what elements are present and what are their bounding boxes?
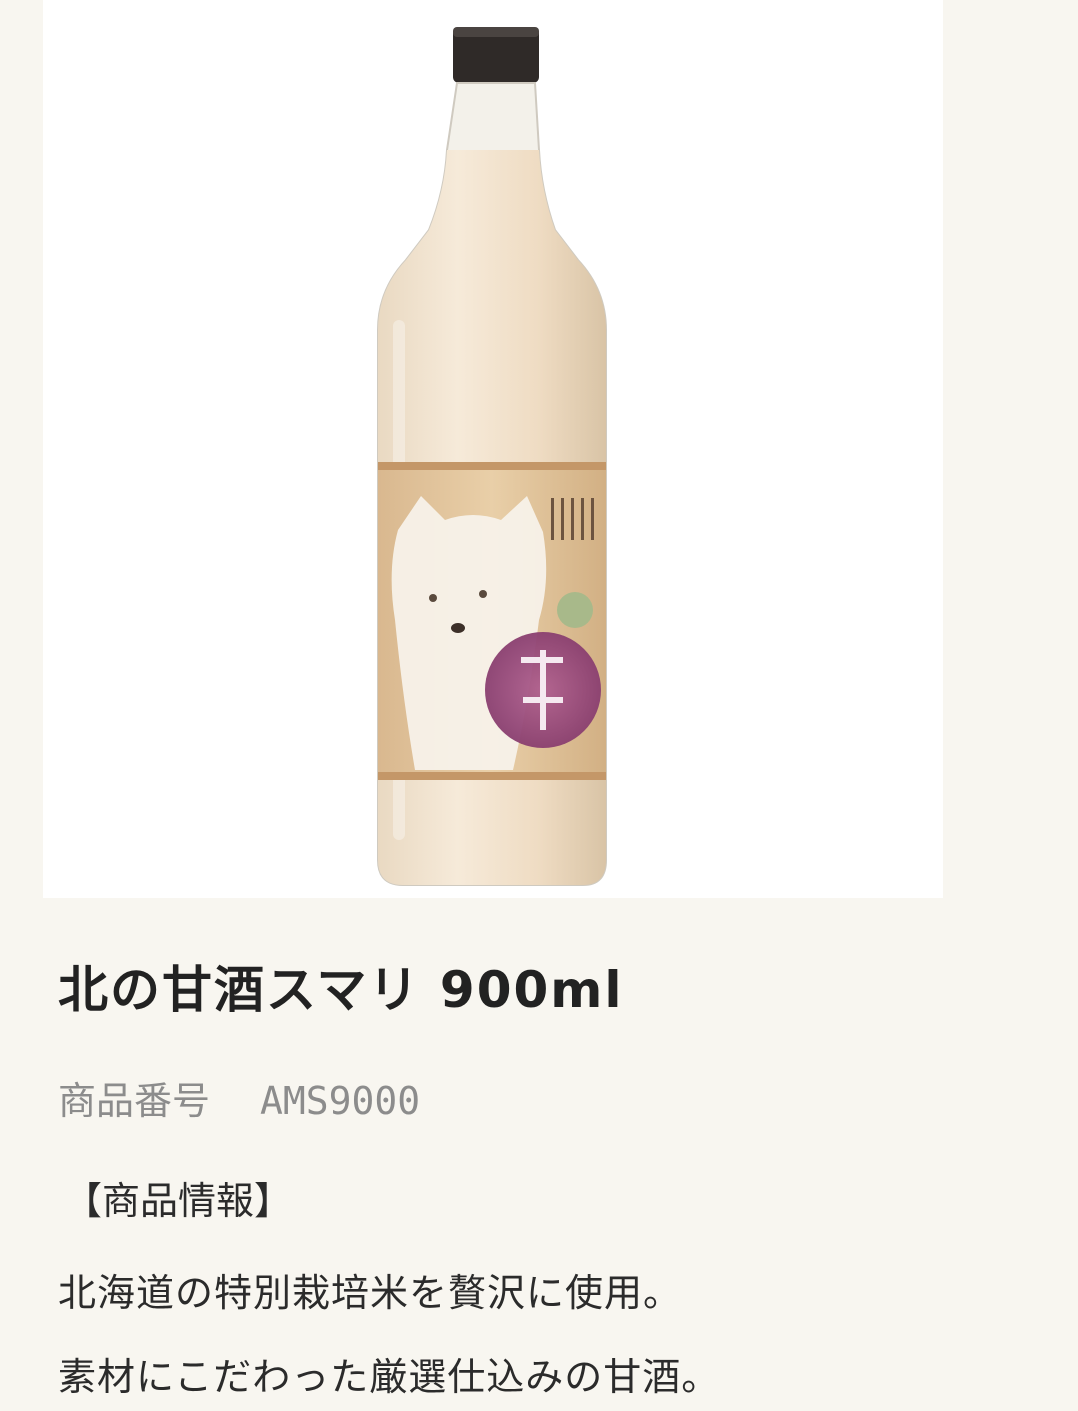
product-title: 北の甘酒スマリ 900ml <box>58 961 624 1019</box>
description-line: 素材にこだわった厳選仕込みの甘酒。 <box>58 1355 721 1399</box>
product-image <box>43 0 943 898</box>
product-number-value: AMS9000 <box>260 1079 421 1123</box>
product-number-label: 商品番号 <box>58 1079 211 1123</box>
amazake-bottle-image <box>377 27 607 886</box>
product-info-heading: 【商品情報】 <box>64 1179 293 1223</box>
product-number-row: 商品番号 AMS9000 <box>58 1070 420 1125</box>
description-line: 北海道の特別栽培米を贅沢に使用。 <box>58 1271 683 1315</box>
